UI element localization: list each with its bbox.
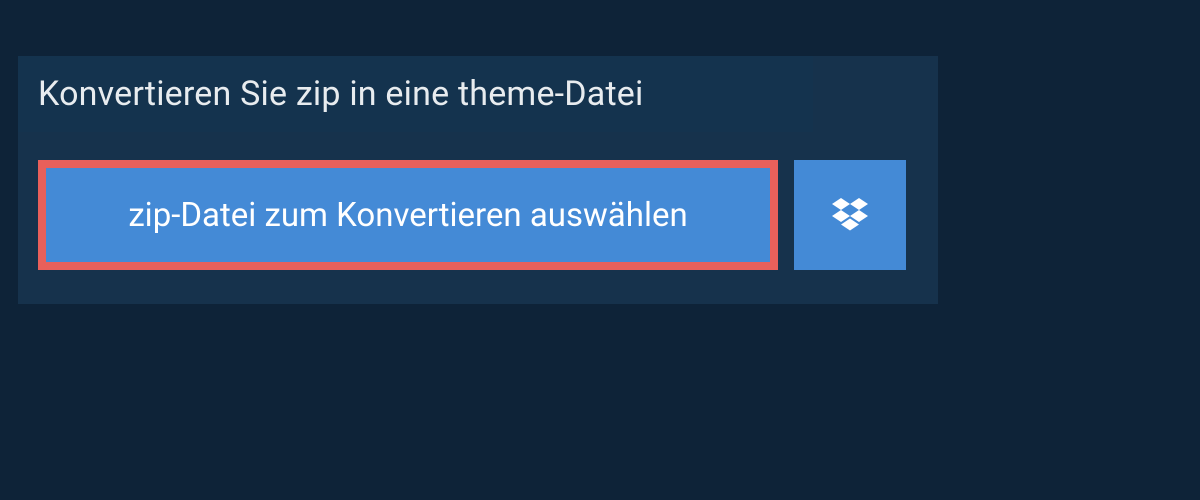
dropbox-button[interactable]: [794, 160, 906, 270]
converter-panel: Konvertieren Sie zip in eine theme-Datei…: [18, 56, 938, 304]
button-row: zip-Datei zum Konvertieren auswählen: [18, 132, 938, 304]
title-bar: Konvertieren Sie zip in eine theme-Datei: [18, 56, 813, 132]
select-file-button-label: zip-Datei zum Konvertieren auswählen: [128, 196, 687, 235]
panel-title: Konvertieren Sie zip in eine theme-Datei: [38, 74, 793, 114]
dropbox-icon: [830, 195, 870, 235]
select-file-button[interactable]: zip-Datei zum Konvertieren auswählen: [38, 160, 778, 270]
